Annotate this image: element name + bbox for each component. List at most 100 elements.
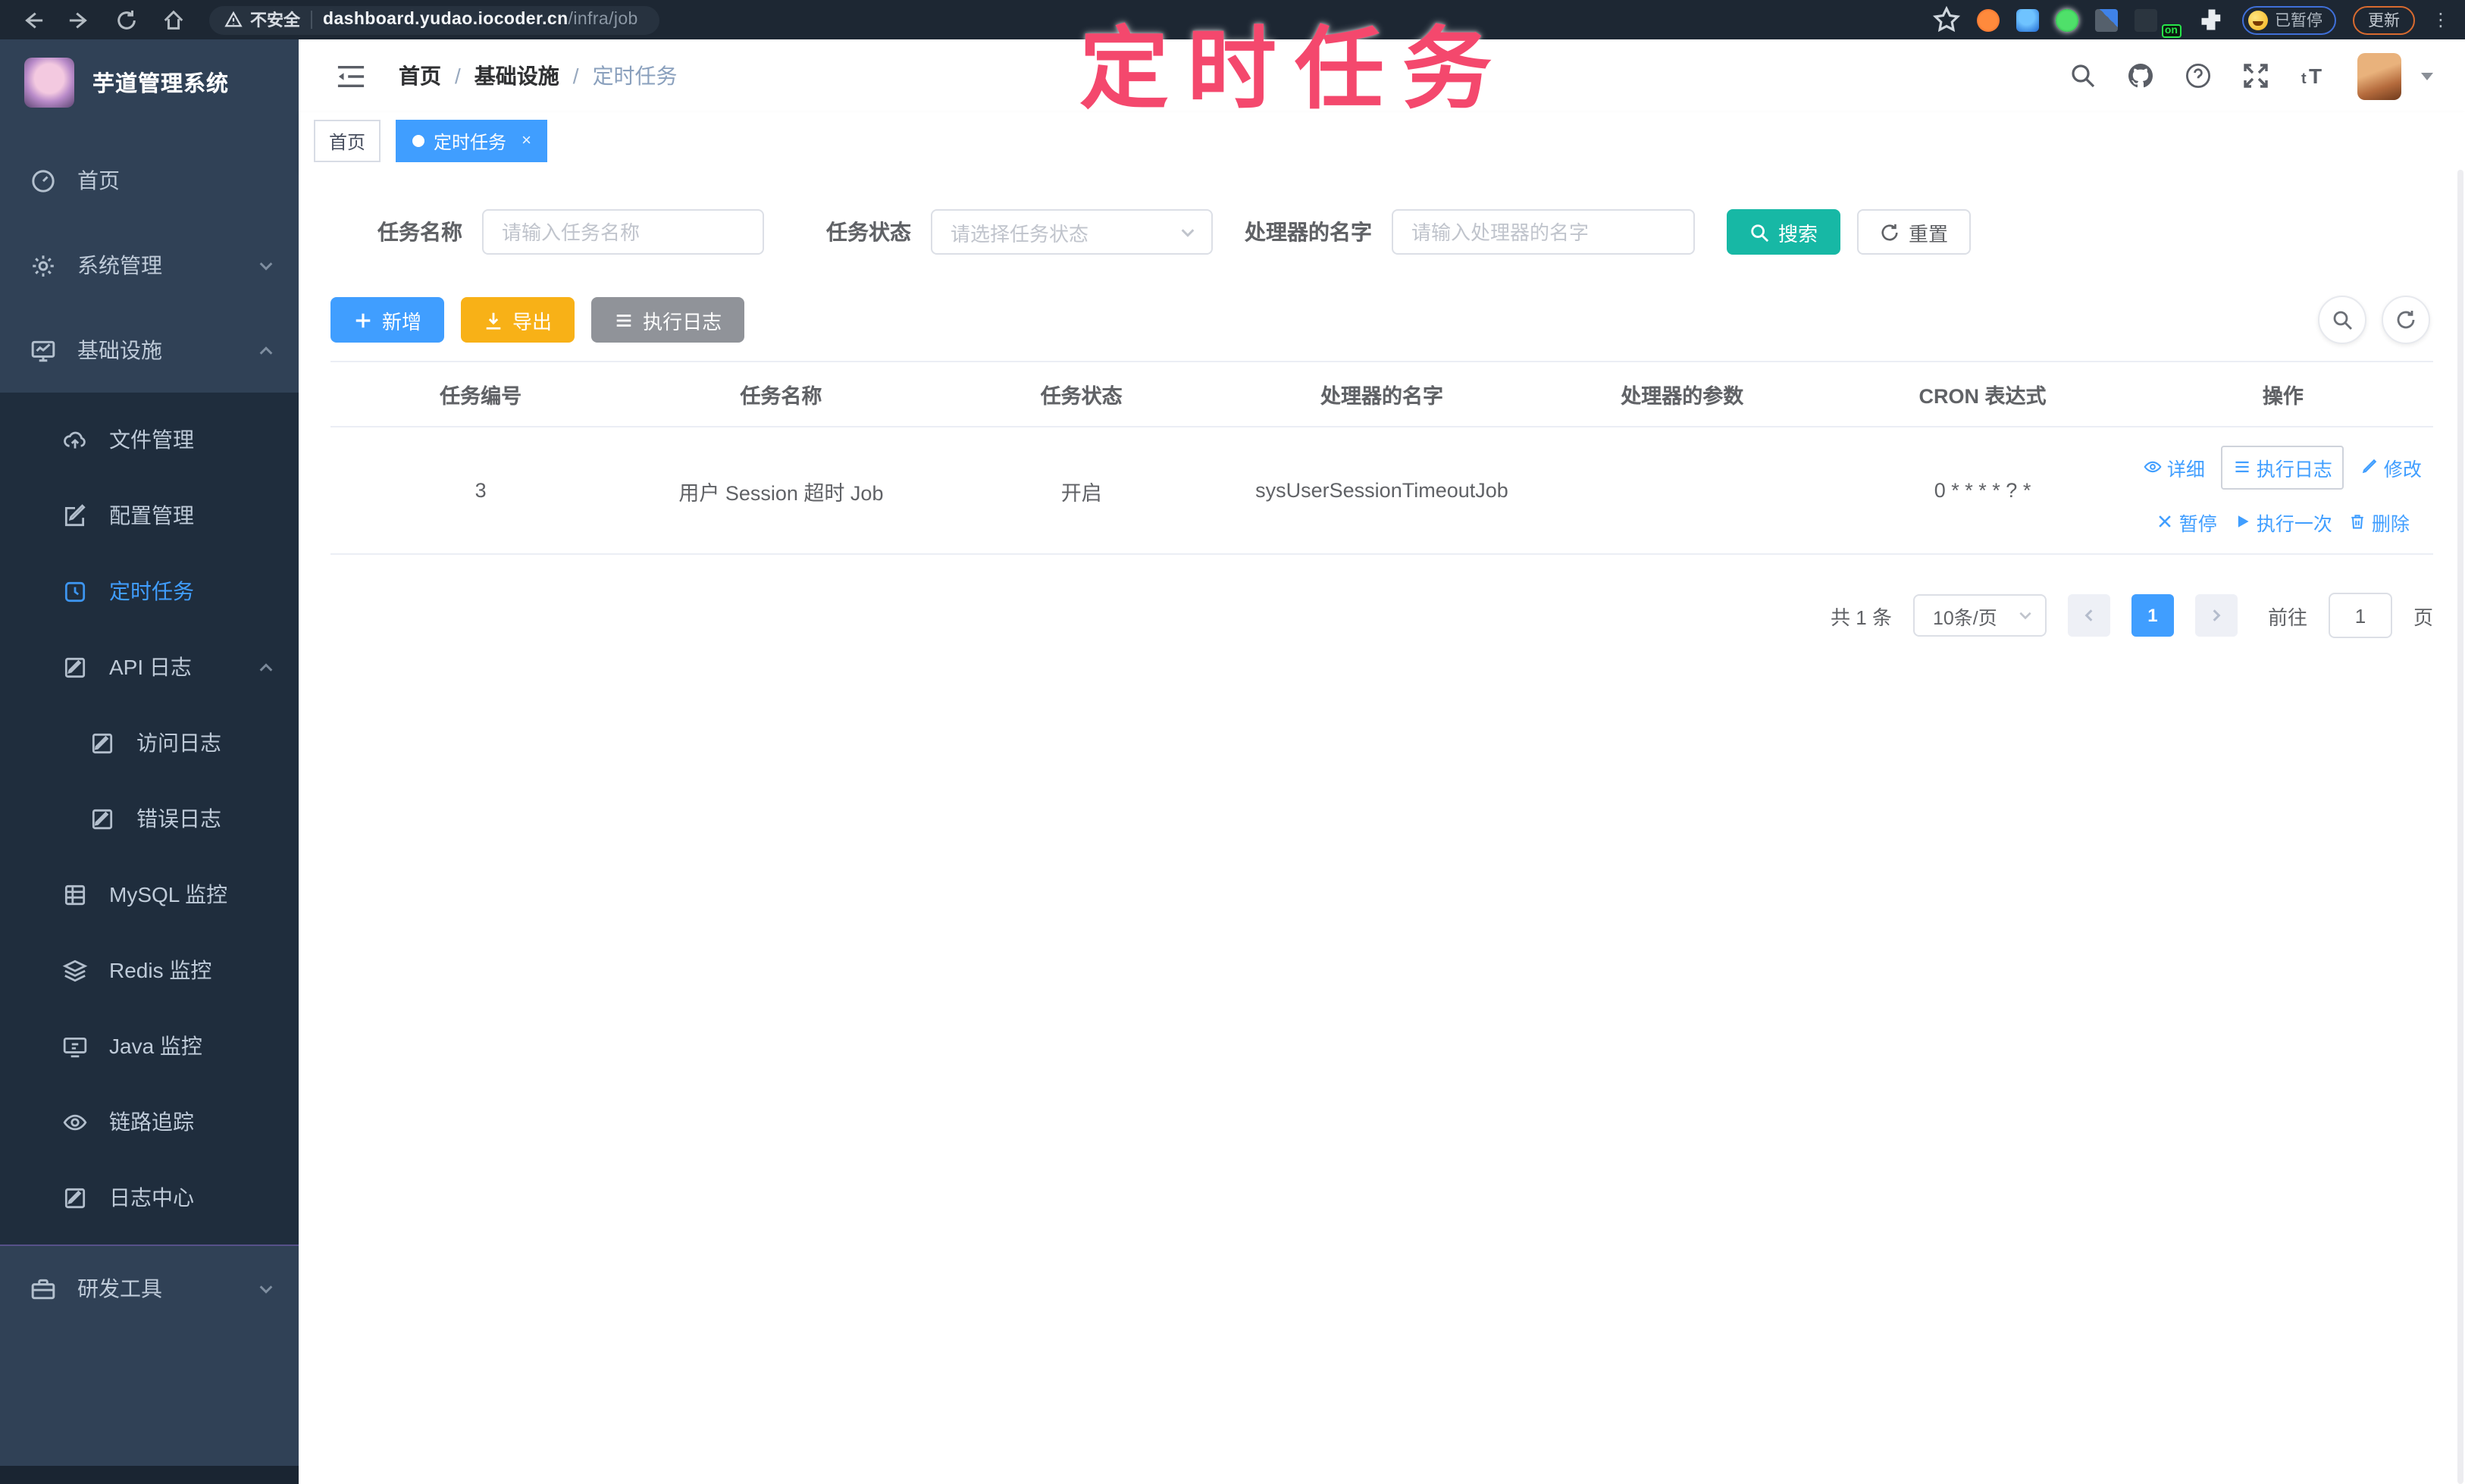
browser-forward-icon[interactable] <box>68 8 91 31</box>
sidebar-item-scheduled-jobs[interactable]: 定时任务 <box>0 553 299 629</box>
detail-link[interactable]: 详细 <box>2144 452 2205 481</box>
extensions-puzzle-icon[interactable] <box>2197 6 2225 33</box>
sidebar-item-label: 基础设施 <box>77 338 162 362</box>
eye-icon <box>2144 461 2163 473</box>
sidebar-item-error-log[interactable]: 错误日志 <box>0 781 299 856</box>
browser-home-icon[interactable] <box>162 8 185 31</box>
fullscreen-icon[interactable] <box>2242 62 2269 89</box>
browser-update-button[interactable]: 更新 <box>2353 5 2415 34</box>
sidebar-item-label: 错误日志 <box>136 806 221 831</box>
cell-job-name: 用户 Session 超时 Job <box>631 427 932 555</box>
extension-icon-green[interactable] <box>2055 8 2078 31</box>
delete-link[interactable]: 删除 <box>2349 507 2410 536</box>
browser-back-icon[interactable] <box>21 8 44 31</box>
browser-profile-chip[interactable]: 已暂停 <box>2241 5 2336 34</box>
edit-link[interactable]: 修改 <box>2361 452 2422 481</box>
sidebar-item-label: 文件管理 <box>109 427 194 452</box>
sidebar-item-file-mgmt[interactable]: 文件管理 <box>0 402 299 477</box>
breadcrumb-infra[interactable]: 基础设施 <box>475 61 559 91</box>
breadcrumb-current: 定时任务 <box>592 64 678 88</box>
extension-icon-script[interactable] <box>2134 8 2157 31</box>
search-icon <box>1751 224 1769 242</box>
app-logo-row[interactable]: 芋道管理系统 <box>0 39 299 126</box>
bookmark-star-icon[interactable] <box>1932 6 1960 33</box>
chevron-up-icon <box>259 346 273 354</box>
run-once-link[interactable]: 执行一次 <box>2234 507 2332 536</box>
job-status-select[interactable]: 请选择任务状态 <box>931 209 1213 255</box>
collapse-sidebar-icon[interactable] <box>337 63 365 89</box>
browser-menu-icon[interactable]: ⋮ <box>2432 9 2450 30</box>
tab-home[interactable]: 首页 <box>314 120 381 162</box>
select-chevron-icon <box>1181 228 1195 236</box>
cell-params <box>1532 427 1833 555</box>
sidebar-item-access-log[interactable]: 访问日志 <box>0 705 299 781</box>
reset-button[interactable]: 重置 <box>1857 209 1972 255</box>
tags-view-bar: 首页 定时任务 × <box>299 112 2465 171</box>
page-scrollbar[interactable] <box>2457 170 2463 1484</box>
job-name-input[interactable] <box>482 209 764 255</box>
breadcrumb-home[interactable]: 首页 <box>399 61 441 91</box>
sidebar-item-label: Java 监控 <box>109 1034 202 1058</box>
tab-scheduled-jobs[interactable]: 定时任务 × <box>396 120 548 162</box>
sidebar-item-config-mgmt[interactable]: 配置管理 <box>0 477 299 553</box>
sidebar-item-devtools[interactable]: 研发工具 <box>0 1244 299 1331</box>
sidebar-item-system[interactable]: 系统管理 <box>0 223 299 308</box>
extension-icon-blue[interactable] <box>2016 8 2039 31</box>
sidebar-item-label: 日志中心 <box>109 1185 194 1210</box>
sidebar-item-log-center[interactable]: 日志中心 <box>0 1160 299 1235</box>
page-size-select[interactable]: 10条/页 <box>1912 594 2047 637</box>
exec-log-button[interactable]: 执行日志 <box>591 297 745 343</box>
browser-reload-icon[interactable] <box>115 8 138 31</box>
add-button[interactable]: 新增 <box>330 297 445 343</box>
search-icon[interactable] <box>2069 62 2097 89</box>
sidebar: 芋道管理系统 首页 系统管理 基础设施 文件管理 配置管理 定时任务 API 日… <box>0 39 299 1484</box>
toggle-search-button[interactable] <box>2318 296 2366 344</box>
dashboard-icon <box>32 169 55 192</box>
font-size-icon[interactable]: tT <box>2300 62 2327 89</box>
list-icon <box>2236 461 2250 473</box>
sidebar-item-label: 研发工具 <box>77 1276 162 1301</box>
breadcrumb: 首页 / 基础设施 / 定时任务 <box>399 61 678 91</box>
java-monitor-icon <box>63 1036 87 1057</box>
cell-job-status: 开启 <box>931 427 1232 555</box>
app-title: 芋道管理系统 <box>92 73 229 97</box>
eye-icon <box>63 1113 87 1130</box>
sidebar-item-label: 链路追踪 <box>109 1110 194 1134</box>
prev-page-button[interactable] <box>2067 594 2110 637</box>
pause-link[interactable]: 暂停 <box>2156 507 2217 536</box>
search-button[interactable]: 搜索 <box>1727 209 1841 255</box>
sidebar-item-label: 访问日志 <box>136 731 221 755</box>
sidebar-item-infra[interactable]: 基础设施 <box>0 308 299 393</box>
download-icon <box>486 312 501 329</box>
handler-input[interactable] <box>1392 209 1695 255</box>
export-button[interactable]: 导出 <box>461 297 575 343</box>
help-icon[interactable] <box>2185 62 2212 89</box>
extension-icon-orange[interactable] <box>1976 8 2000 31</box>
sidebar-item-api-log[interactable]: API 日志 <box>0 629 299 705</box>
goto-page-input[interactable] <box>2328 593 2392 638</box>
sidebar-item-label: MySQL 监控 <box>109 882 228 906</box>
sidebar-item-mysql-monitor[interactable]: MySQL 监控 <box>0 856 299 932</box>
plus-icon <box>355 312 371 327</box>
refresh-table-button[interactable] <box>2382 296 2430 344</box>
gear-icon <box>33 255 54 276</box>
sidebar-item-java-monitor[interactable]: Java 监控 <box>0 1008 299 1084</box>
sidebar-item-home[interactable]: 首页 <box>0 138 299 223</box>
next-page-button[interactable] <box>2194 594 2238 637</box>
svg-text:T: T <box>2309 64 2322 88</box>
github-icon[interactable] <box>2127 62 2154 89</box>
address-bar[interactable]: 不安全 dashboard.yudao.iocoder.cn/infra/job <box>209 5 659 34</box>
avatar-caret-icon[interactable] <box>2420 68 2435 83</box>
briefcase-icon <box>31 1278 55 1299</box>
main-content: 任务名称 任务状态 请选择任务状态 处理器的名字 搜索 重置 新增 <box>299 170 2465 1484</box>
user-avatar[interactable] <box>2357 52 2401 99</box>
page-1-button[interactable]: 1 <box>2131 594 2174 637</box>
timer-icon <box>64 581 86 602</box>
sidebar-item-redis-monitor[interactable]: Redis 监控 <box>0 932 299 1008</box>
tab-close-icon[interactable]: × <box>522 132 531 150</box>
sidebar-item-tracing[interactable]: 链路追踪 <box>0 1084 299 1160</box>
handler-label: 处理器的名字 <box>1245 220 1372 244</box>
row-exec-log-link[interactable]: 执行日志 <box>2221 445 2344 489</box>
screen: 不安全 dashboard.yudao.iocoder.cn/infra/job… <box>0 0 2465 1484</box>
extension-icon-grid[interactable] <box>2094 8 2118 31</box>
